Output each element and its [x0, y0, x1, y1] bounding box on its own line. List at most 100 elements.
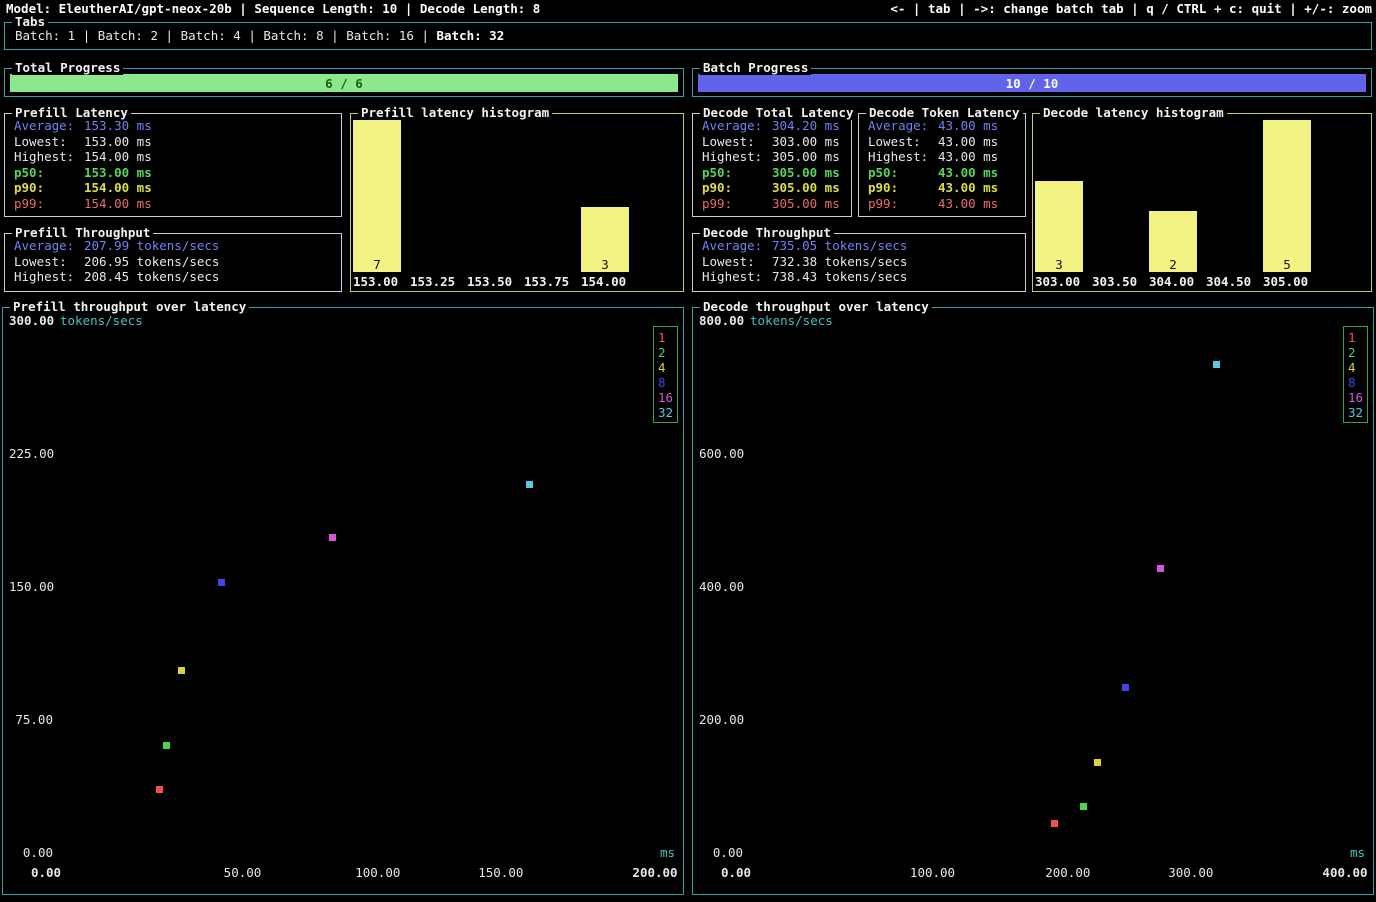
benchmark-dashboard: Model: EleutherAI/gpt-neox-20b | Sequenc…	[0, 0, 1376, 902]
x-axis-tick: 200.00	[632, 866, 677, 880]
header-keybindings: <- | tab | ->: change batch tab | q / CT…	[890, 1, 1372, 16]
decode-total-latency-panel: Decode Total Latency Average:304.20 msLo…	[692, 113, 852, 217]
legend-item-batch-2: 2	[1348, 345, 1367, 360]
x-axis-tick: 50.00	[224, 866, 262, 880]
prefill-scatter-title: Prefill throughput over latency	[10, 300, 249, 314]
batch-progress-title: Batch Progress	[700, 61, 811, 75]
stat-value: 305.00 ms	[772, 165, 840, 181]
stat-label: Lowest:	[868, 134, 938, 150]
prefill-latency-histogram-panel: Prefill latency histogram 73153.00153.25…	[350, 113, 684, 292]
tab-batch-1[interactable]: Batch: 1	[15, 28, 75, 43]
stat-value: 154.00 ms	[84, 149, 152, 165]
y-axis-tick: 0.00	[699, 846, 743, 860]
stat-label: Average:	[14, 118, 84, 134]
batch-progress-bar: 10 / 10	[698, 74, 1366, 92]
batch-progress-text: 10 / 10	[1006, 76, 1059, 91]
stat-label: p90:	[868, 180, 938, 196]
stat-row-average: Average:304.20 ms	[702, 118, 843, 134]
stat-label: p50:	[702, 165, 772, 181]
stat-value: 153.00 ms	[84, 165, 152, 181]
stat-row-highest: Highest:43.00 ms	[868, 149, 1017, 165]
y-axis-tick: 75.00	[9, 713, 53, 727]
scatter-point-batch-4	[1094, 759, 1101, 766]
stat-value: 43.00 ms	[938, 134, 998, 150]
tabs-panel-title: Tabs	[12, 15, 48, 29]
stat-row-lowest: Lowest:732.38 tokens/secs	[702, 254, 1017, 270]
stat-value: 305.00 ms	[772, 180, 840, 196]
prefill-latency-stats: Average:153.30 msLowest:153.00 msHighest…	[5, 114, 341, 211]
hist-x-tick: 305.00	[1263, 275, 1308, 289]
x-axis-tick: 100.00	[355, 866, 400, 880]
hist-x-tick: 153.75	[524, 275, 569, 289]
stat-row-lowest: Lowest:206.95 tokens/secs	[14, 254, 333, 270]
decode-token-latency-panel: Decode Token Latency Average:43.00 msLow…	[858, 113, 1026, 217]
y-axis-unit-label: tokens/secs	[60, 314, 143, 328]
x-axis-tick: 100.00	[910, 866, 955, 880]
legend-item-batch-1: 1	[658, 330, 677, 345]
tab-batch-16[interactable]: Batch: 16	[346, 28, 414, 43]
stat-value: 43.00 ms	[938, 149, 998, 165]
prefill-scatter-panel: Prefill throughput over latency 300.0022…	[2, 307, 684, 895]
stat-row-average: Average:153.30 ms	[14, 118, 333, 134]
stat-value: 206.95 tokens/secs	[84, 254, 219, 270]
stat-label: Highest:	[14, 149, 84, 165]
y-axis-tick: 200.00	[699, 713, 743, 727]
tab-batch-2[interactable]: Batch: 2	[98, 28, 158, 43]
stat-row-lowest: Lowest:43.00 ms	[868, 134, 1017, 150]
x-axis-tick: 200.00	[1045, 866, 1090, 880]
stat-label: p99:	[14, 196, 84, 212]
tab-batch-8[interactable]: Batch: 8	[263, 28, 323, 43]
decode-throughput-panel: Decode Throughput Average:735.05 tokens/…	[692, 233, 1026, 292]
hist-bar-304.00: 2	[1149, 211, 1197, 272]
y-axis-tick: 400.00	[699, 580, 743, 594]
tab-batch-32[interactable]: Batch: 32	[437, 28, 505, 43]
stat-label: Average:	[14, 238, 84, 254]
stat-value: 303.00 ms	[772, 134, 840, 150]
stat-row-lowest: Lowest:153.00 ms	[14, 134, 333, 150]
legend-item-batch-2: 2	[658, 345, 677, 360]
hist-bar-count: 3	[1035, 258, 1083, 272]
scatter-point-batch-32	[526, 481, 533, 488]
scatter-point-batch-16	[329, 534, 336, 541]
legend-item-batch-16: 16	[1348, 390, 1367, 405]
hist-x-tick: 303.50	[1092, 275, 1137, 289]
stat-row-highest: Highest:305.00 ms	[702, 149, 843, 165]
prefill-latency-title: Prefill Latency	[12, 106, 131, 120]
stat-row-p99: p99:154.00 ms	[14, 196, 333, 212]
tab-separator: |	[75, 28, 98, 43]
stat-value: 153.30 ms	[84, 118, 152, 134]
x-axis-tick: 0.00	[721, 866, 751, 880]
stat-label: p90:	[702, 180, 772, 196]
stat-label: Highest:	[702, 269, 772, 285]
stat-row-p50: p50:153.00 ms	[14, 165, 333, 181]
legend: 12481632	[1343, 326, 1368, 423]
stat-row-average: Average:43.00 ms	[868, 118, 1017, 134]
stat-label: Lowest:	[702, 134, 772, 150]
legend-item-batch-4: 4	[1348, 360, 1367, 375]
tab-batch-4[interactable]: Batch: 4	[181, 28, 241, 43]
decode-histogram-plot: 325303.00303.50304.00304.50305.00	[1033, 114, 1371, 291]
legend-item-batch-16: 16	[658, 390, 677, 405]
stat-label: Highest:	[14, 269, 84, 285]
hist-bar-count: 2	[1149, 258, 1197, 272]
hist-x-tick: 153.00	[353, 275, 398, 289]
stat-label: Average:	[702, 118, 772, 134]
y-axis-tick: 300.00	[9, 314, 53, 328]
stat-value: 43.00 ms	[938, 165, 998, 181]
x-axis-tick: 0.00	[31, 866, 61, 880]
decode-throughput-stats: Average:735.05 tokens/secsLowest:732.38 …	[693, 234, 1025, 285]
stat-label: p99:	[702, 196, 772, 212]
y-axis-tick: 600.00	[699, 447, 743, 461]
x-axis-tick: 300.00	[1168, 866, 1213, 880]
legend-item-batch-4: 4	[658, 360, 677, 375]
scatter-point-batch-1	[156, 786, 163, 793]
stat-label: p99:	[868, 196, 938, 212]
header-model-info: Model: EleutherAI/gpt-neox-20b | Sequenc…	[6, 1, 540, 16]
stat-value: 43.00 ms	[938, 196, 998, 212]
y-axis-tick: 0.00	[9, 846, 53, 860]
stat-label: Highest:	[868, 149, 938, 165]
tab-separator: |	[241, 28, 264, 43]
prefill-throughput-title: Prefill Throughput	[12, 226, 153, 240]
stat-value: 305.00 ms	[772, 149, 840, 165]
hist-bar-count: 7	[353, 258, 401, 272]
